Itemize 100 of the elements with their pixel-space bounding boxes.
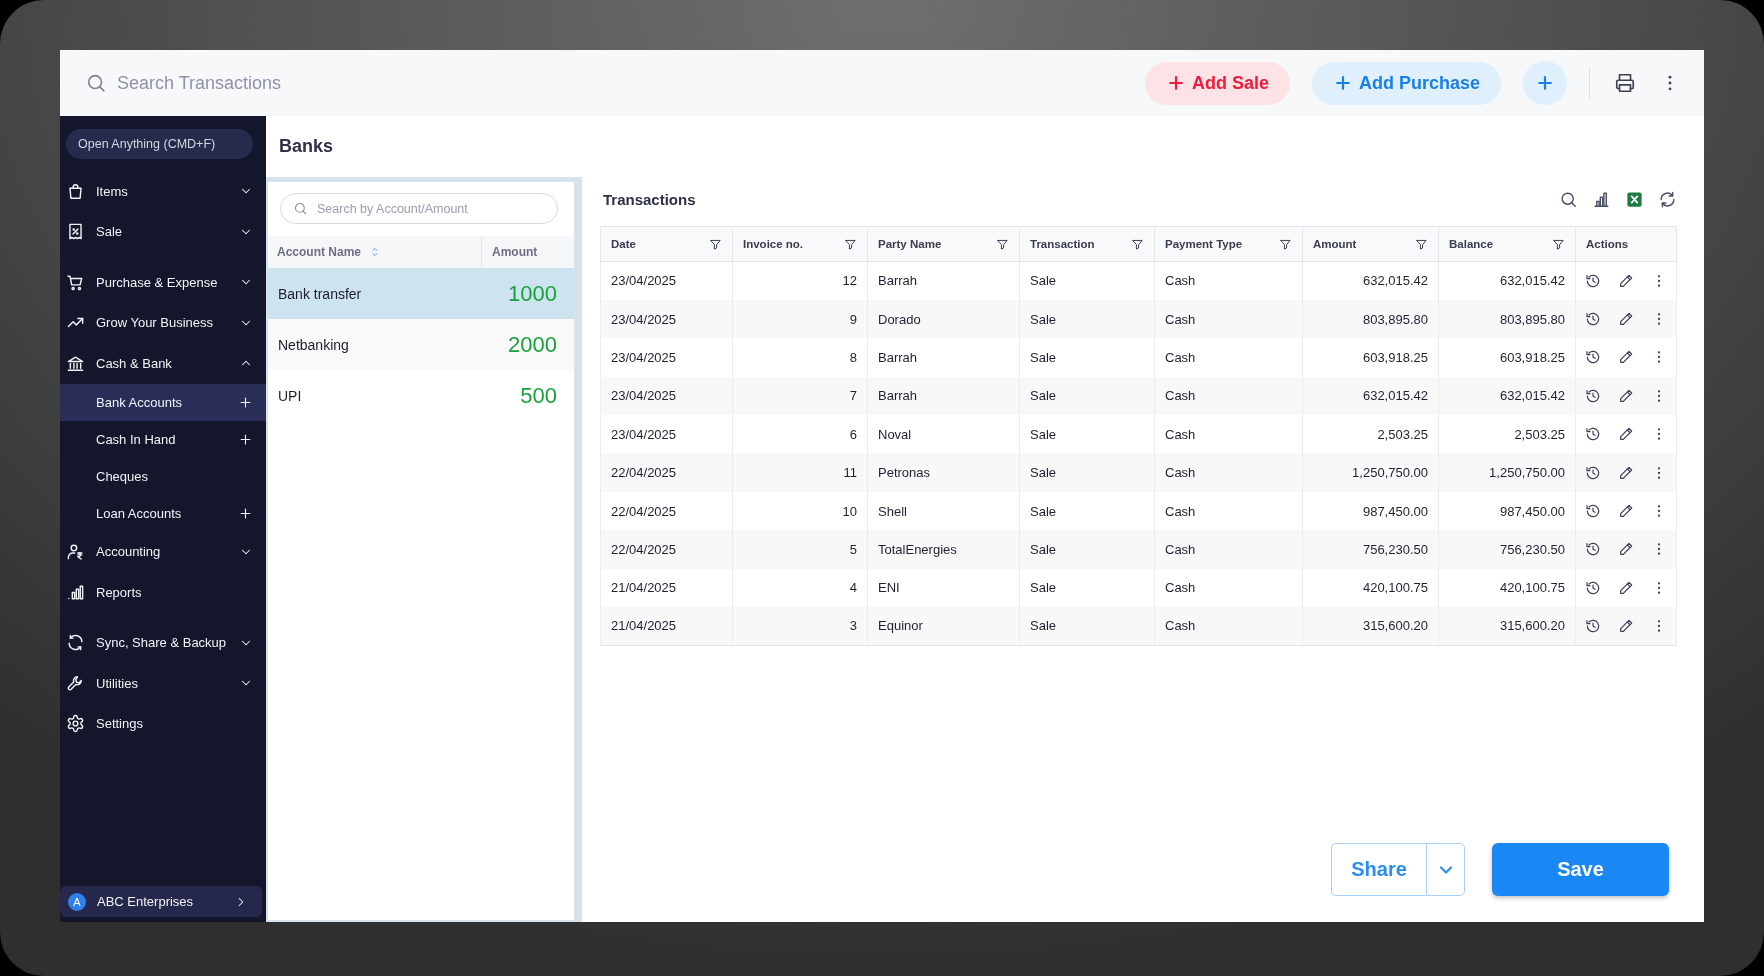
table-cell: Petronas <box>867 453 1020 492</box>
history-icon[interactable] <box>1585 387 1601 404</box>
table-cell: 315,600.20 <box>1438 607 1576 646</box>
search-field[interactable]: Search Transactions <box>117 68 447 98</box>
search-field[interactable]: Search by Account/Amount <box>280 193 558 224</box>
history-icon[interactable] <box>1585 349 1601 366</box>
table-cell: 632,015.42 <box>1302 376 1439 416</box>
plus-icon[interactable] <box>238 431 253 447</box>
sidebar-item[interactable]: Settings <box>60 703 266 744</box>
table-cell: 756,230.50 <box>1302 530 1439 569</box>
table-cell: 603,918.25 <box>1302 338 1439 377</box>
panel-title: Banks <box>278 135 335 158</box>
table-cell: Sale <box>1019 376 1155 416</box>
column-header: Party Name <box>878 238 942 250</box>
history-icon[interactable] <box>1585 541 1601 558</box>
history-icon[interactable] <box>1585 311 1601 328</box>
table-cell: 23/04/2025 <box>600 299 733 339</box>
table-cell: Sale <box>1019 338 1155 377</box>
history-icon[interactable] <box>1585 579 1601 596</box>
sidebar-subitem[interactable]: Bank Accounts <box>60 383 266 421</box>
cart-icon <box>66 272 85 292</box>
pencil-icon[interactable] <box>1618 579 1634 596</box>
table-cell: Cash <box>1154 530 1303 569</box>
history-icon[interactable] <box>1585 464 1601 481</box>
table-cell: Dorado <box>867 299 1020 339</box>
account-name: Netbanking <box>278 336 349 353</box>
settings-icon <box>66 714 85 734</box>
table-cell: 9 <box>732 299 868 339</box>
table-cell: Cash <box>1154 261 1303 300</box>
sidebar-item[interactable]: Grow Your Business <box>60 302 266 343</box>
company-switcher[interactable]: A ABC Enterprises <box>60 886 262 917</box>
sidebar-item[interactable]: Utilities <box>60 663 266 704</box>
printer-icon[interactable] <box>1614 72 1636 94</box>
save-button[interactable]: Save <box>1492 843 1669 896</box>
filter-icon[interactable] <box>996 237 1009 251</box>
column-header: Invoice no. <box>743 238 804 250</box>
column-header: Transaction <box>1030 238 1095 250</box>
account-balance: 500 <box>520 382 557 409</box>
sidebar-item[interactable]: Reports <box>60 572 266 613</box>
pencil-icon[interactable] <box>1618 387 1634 404</box>
sidebar-item[interactable]: Cash & Bank <box>60 343 266 384</box>
table-cell: 1,250,750.00 <box>1302 453 1439 492</box>
table-cell: 22/04/2025 <box>600 530 733 569</box>
search-icon <box>85 72 107 94</box>
table-cell: 756,230.50 <box>1438 530 1576 569</box>
filter-icon[interactable] <box>1131 237 1144 251</box>
sidebar-item[interactable]: Accounting <box>60 531 266 572</box>
filter-icon[interactable] <box>709 237 722 251</box>
table-cell: 22/04/2025 <box>600 453 733 492</box>
sidebar-item[interactable]: Items <box>60 171 266 212</box>
filter-icon[interactable] <box>1279 237 1292 251</box>
add-sale-button[interactable]: Add Sale <box>1144 61 1290 105</box>
account-name: UPI <box>278 387 302 404</box>
table-cell: 603,918.25 <box>1438 338 1576 377</box>
pencil-icon[interactable] <box>1618 541 1634 558</box>
table-cell: 632,015.42 <box>1438 376 1576 416</box>
refresh-icon[interactable] <box>1658 189 1677 209</box>
pencil-icon[interactable] <box>1618 349 1634 366</box>
history-icon[interactable] <box>1585 272 1601 289</box>
filter-icon[interactable] <box>1552 237 1565 251</box>
account-name: Bank transfer <box>278 285 362 302</box>
sidebar-subitem[interactable]: Cheques <box>60 457 266 495</box>
table-cell: Cash <box>1154 376 1303 416</box>
pencil-icon[interactable] <box>1618 426 1634 443</box>
plus-icon[interactable] <box>238 394 253 410</box>
table-cell: 315,600.20 <box>1302 607 1439 646</box>
spreadsheet-icon[interactable] <box>1625 189 1644 209</box>
column-chart-icon[interactable] <box>1592 189 1611 209</box>
history-icon[interactable] <box>1585 426 1601 443</box>
pencil-icon[interactable] <box>1618 272 1634 289</box>
plus-icon[interactable] <box>238 505 253 521</box>
account-row[interactable]: Netbanking 2000 <box>268 319 574 370</box>
search-icon[interactable] <box>1559 189 1578 209</box>
table-cell: 632,015.42 <box>1302 261 1439 300</box>
quick-open-button[interactable]: Open Anything (CMD+F) <box>66 129 253 159</box>
sidebar-item[interactable]: Purchase & Expense <box>60 262 266 303</box>
history-icon[interactable] <box>1585 617 1601 634</box>
table-cell: Sale <box>1019 607 1155 646</box>
pencil-icon[interactable] <box>1618 617 1634 634</box>
add-button[interactable] <box>1523 61 1567 105</box>
table-cell: Barrah <box>867 338 1020 377</box>
table-cell: 23/04/2025 <box>600 261 733 300</box>
filter-icon[interactable] <box>1415 237 1428 251</box>
sidebar-item[interactable]: Sale <box>60 211 266 252</box>
pencil-icon[interactable] <box>1618 311 1634 328</box>
sidebar-subitem[interactable]: Loan Accounts <box>60 494 266 532</box>
pencil-icon[interactable] <box>1618 503 1634 520</box>
table-cell: 632,015.42 <box>1438 261 1576 300</box>
sidebar-subitem[interactable]: Cash In Hand <box>60 420 266 458</box>
account-balance: 2000 <box>508 331 557 358</box>
history-icon[interactable] <box>1585 503 1601 520</box>
sidebar-item[interactable]: Sync, Share & Backup <box>60 622 266 663</box>
table-cell: Equinor <box>867 607 1020 646</box>
pencil-icon[interactable] <box>1618 464 1634 481</box>
account-balance: 1000 <box>508 280 557 307</box>
table-cell: 803,895.80 <box>1302 299 1439 339</box>
table-cell: Sale <box>1019 453 1155 492</box>
filter-icon[interactable] <box>844 237 857 251</box>
account-row[interactable]: Bank transfer 1000 <box>268 268 574 319</box>
table-cell: Cash <box>1154 453 1303 492</box>
